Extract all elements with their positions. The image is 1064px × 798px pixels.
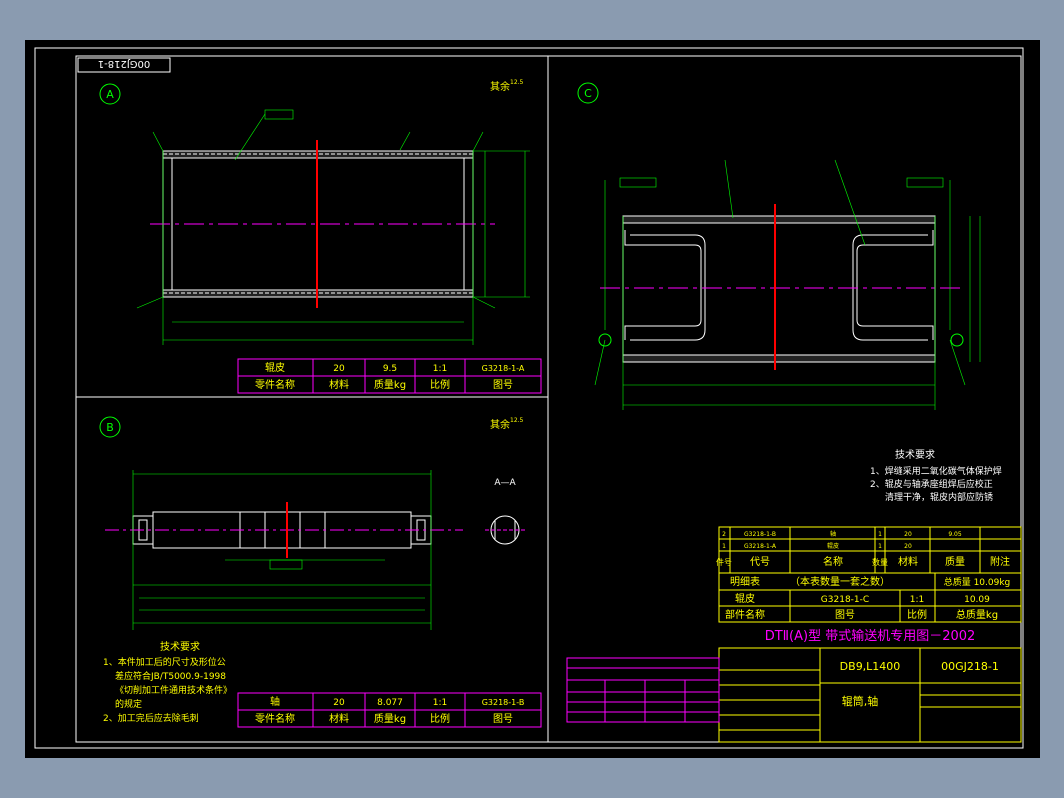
banner-title: DTⅡ(A)型 带式输送机专用图－2002	[765, 628, 976, 644]
stamp-text: 00GJ218-1	[98, 58, 150, 69]
view-b-parts-table: 轴 20 8.077 1:1 G3218-1-B 零件名称 材料 质量kg 比例…	[237, 692, 542, 728]
svg-text:比例: 比例	[430, 378, 450, 391]
svg-text:9.5: 9.5	[383, 364, 397, 374]
svg-text:名称: 名称	[823, 555, 843, 568]
svg-text:图号: 图号	[493, 713, 513, 725]
view-a-parts-table: 辊皮 20 9.5 1:1 G3218-1-A 零件名称 材料 质量kg 比例 …	[237, 358, 542, 394]
window-titlebar	[0, 0, 1064, 40]
svg-text:清理干净，辊皮内部应防锈: 清理干净，辊皮内部应防锈	[885, 491, 993, 503]
section-label-a: A	[99, 83, 121, 105]
view-b-shaft	[105, 470, 463, 630]
svg-text:10.09: 10.09	[964, 595, 990, 605]
cad-canvas[interactable]: 00GJ218-1 A B C 其余 12.5 其余 12.5 辊皮 20 9.…	[25, 40, 1040, 758]
svg-text:数量: 数量	[872, 557, 888, 567]
title-block: G3218-1-B 轴 1 20 9.05 2 1 G3218-1-A 辊皮 1…	[566, 526, 1022, 743]
svg-text:总质量 10.09kg: 总质量 10.09kg	[944, 576, 1011, 588]
svg-text:的规定: 的规定	[115, 698, 142, 710]
rough-value-a: 12.5	[510, 79, 524, 86]
svg-text:技术要求: 技术要求	[160, 640, 200, 653]
svg-text:1:1: 1:1	[433, 698, 447, 708]
section-label-c: C	[577, 82, 599, 104]
svg-text:G3218-1-C: G3218-1-C	[821, 595, 869, 605]
svg-text:G3218-1-A: G3218-1-A	[482, 364, 525, 373]
svg-text:2、辊皮与轴承座组焊后应校正: 2、辊皮与轴承座组焊后应校正	[870, 478, 993, 490]
svg-text:A—A: A—A	[494, 478, 516, 488]
svg-text:图号: 图号	[835, 609, 855, 621]
svg-text:质量: 质量	[945, 556, 965, 568]
svg-text:1: 1	[878, 543, 882, 550]
svg-text:A: A	[106, 88, 114, 101]
svg-text:8.077: 8.077	[377, 698, 403, 708]
svg-text:20: 20	[333, 364, 345, 374]
svg-text:材料: 材料	[329, 712, 349, 725]
svg-text:附注: 附注	[990, 555, 1010, 568]
svg-text:轴: 轴	[830, 530, 836, 538]
svg-text:《切削加工件通用技术条件》: 《切削加工件通用技术条件》	[115, 684, 232, 696]
svg-text:技术要求: 技术要求	[895, 448, 935, 461]
section-a-a: A—A	[485, 478, 525, 545]
svg-text:明细表: 明细表	[730, 575, 760, 588]
svg-text:比例: 比例	[430, 712, 450, 725]
model-text: DB9,L1400	[840, 660, 901, 673]
svg-text:G3218-1-B: G3218-1-B	[482, 698, 525, 707]
svg-text:1、焊缝采用二氧化碳气体保护焊: 1、焊缝采用二氧化碳气体保护焊	[870, 465, 1002, 477]
view-a-roller-shell	[136, 109, 530, 345]
svg-text:20: 20	[904, 543, 912, 550]
svg-text:2: 2	[722, 531, 726, 538]
view-b-tech-requirements: 技术要求 1、本件加工后的尺寸及形位公 差应符合JB/T5000.9-1998 …	[103, 640, 232, 724]
rough-value-b: 12.5	[510, 417, 524, 424]
drawing-number: 00GJ218-1	[941, 660, 999, 673]
svg-text:零件名称: 零件名称	[255, 378, 295, 391]
svg-text:（本表数量一套之数）: （本表数量一套之数）	[790, 575, 890, 588]
svg-text:1:1: 1:1	[433, 364, 447, 374]
svg-text:9.05: 9.05	[948, 531, 962, 538]
svg-text:1: 1	[722, 543, 726, 550]
svg-text:轴: 轴	[270, 695, 280, 708]
svg-text:质量kg: 质量kg	[374, 713, 406, 725]
svg-text:材料: 材料	[898, 555, 918, 568]
view-c-assembly	[594, 159, 981, 410]
svg-text:部件名称: 部件名称	[725, 608, 765, 621]
svg-text:代号: 代号	[750, 556, 770, 568]
svg-text:总质量kg: 总质量kg	[956, 608, 998, 621]
svg-text:G3218-1-A: G3218-1-A	[744, 543, 777, 550]
rough-note-a: 其余	[490, 80, 510, 93]
svg-text:比例: 比例	[907, 608, 927, 621]
svg-text:2、加工完后应去除毛刺: 2、加工完后应去除毛刺	[103, 712, 199, 724]
svg-text:图号: 图号	[493, 379, 513, 391]
part-name: 辊筒,轴	[842, 694, 879, 708]
svg-text:C: C	[584, 87, 592, 100]
svg-text:材料: 材料	[329, 378, 349, 391]
svg-text:辊皮: 辊皮	[827, 542, 839, 550]
view-c-tech-requirements: 技术要求 1、焊缝采用二氧化碳气体保护焊 2、辊皮与轴承座组焊后应校正 清理干净…	[870, 448, 1002, 503]
svg-text:G3218-1-B: G3218-1-B	[744, 531, 776, 538]
drawing-svg: 00GJ218-1 A B C 其余 12.5 其余 12.5 辊皮 20 9.…	[34, 47, 1024, 749]
rough-note-b: 其余	[490, 418, 510, 431]
svg-text:差应符合JB/T5000.9-1998: 差应符合JB/T5000.9-1998	[115, 670, 226, 682]
svg-text:辊皮: 辊皮	[265, 361, 285, 374]
section-label-b: B	[99, 416, 121, 438]
svg-text:20: 20	[904, 531, 912, 538]
svg-text:质量kg: 质量kg	[374, 379, 406, 391]
svg-text:1:1: 1:1	[910, 595, 924, 605]
svg-text:辊皮: 辊皮	[735, 592, 755, 605]
svg-text:B: B	[106, 421, 114, 434]
svg-text:件号: 件号	[716, 557, 732, 567]
svg-text:20: 20	[333, 698, 345, 708]
svg-text:零件名称: 零件名称	[255, 712, 295, 725]
svg-text:1、本件加工后的尺寸及形位公: 1、本件加工后的尺寸及形位公	[103, 656, 226, 668]
svg-text:1: 1	[878, 531, 882, 538]
